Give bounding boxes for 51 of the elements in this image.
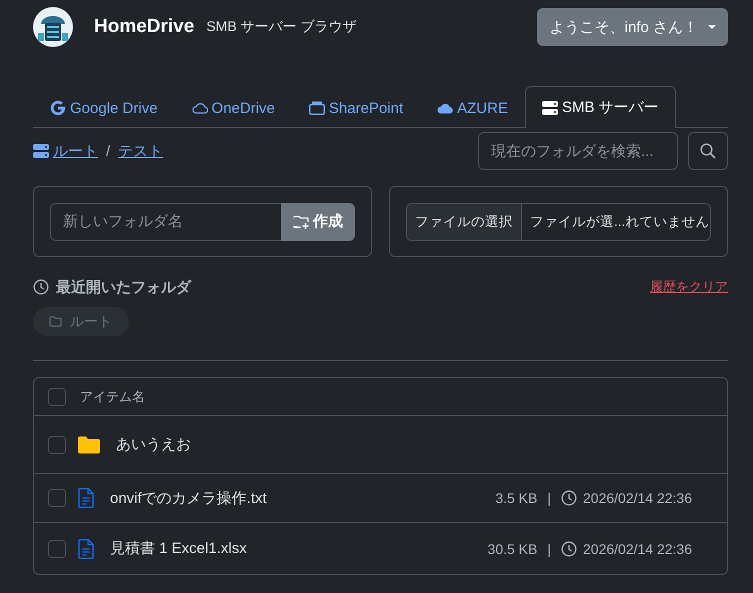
- modified-date: 2026/02/14 22:36: [583, 490, 692, 506]
- file-size: 3.5 KB: [495, 490, 538, 506]
- breadcrumb-separator: /: [106, 142, 110, 160]
- logo-icon: [33, 7, 73, 47]
- user-menu-button[interactable]: ようこそ、info さん！: [536, 8, 728, 46]
- breadcrumb-link[interactable]: テスト: [118, 142, 164, 160]
- cloud-icon: [192, 102, 208, 114]
- meta-separator: |: [547, 490, 551, 506]
- modified-date: 2026/02/14 22:36: [583, 540, 692, 556]
- search-field[interactable]: 現在のフォルダを検索...: [478, 132, 678, 170]
- checkbox[interactable]: [48, 489, 66, 507]
- server-icon: [33, 144, 49, 158]
- folder-name-field[interactable]: 新しいフォルダ名: [50, 202, 281, 240]
- search-icon: [700, 143, 716, 159]
- create-button[interactable]: 作成: [281, 202, 355, 240]
- meta-separator: |: [547, 540, 551, 556]
- app-subtitle: SMB サーバー ブラウザ: [206, 18, 356, 36]
- cloud-icon: [437, 102, 454, 114]
- server-icon: [542, 100, 558, 114]
- folder-icon: [49, 316, 62, 327]
- item-name[interactable]: onvifでのカメラ操作.txt: [110, 488, 267, 508]
- clear-history-link[interactable]: 履歴をクリア: [650, 278, 728, 296]
- checkbox[interactable]: [48, 388, 66, 406]
- caret-icon: [708, 25, 716, 29]
- tab[interactable]: SMB サーバー: [524, 86, 676, 128]
- folder-icon: [78, 436, 100, 454]
- search-button[interactable]: [688, 132, 728, 170]
- checkbox[interactable]: [48, 436, 66, 454]
- document-icon: [78, 538, 94, 558]
- column-header: アイテム名: [80, 388, 145, 406]
- file-status: ファイルが選...れていません: [529, 212, 710, 230]
- item-name[interactable]: あいうえお: [116, 435, 191, 454]
- item-name[interactable]: 見積書 1 Excel1.xlsx: [110, 539, 247, 558]
- tab[interactable]: SharePoint: [292, 87, 420, 128]
- tab[interactable]: OneDrive: [174, 87, 292, 128]
- tab[interactable]: Google Drive: [33, 87, 175, 128]
- choose-file-button[interactable]: ファイルの選択: [407, 204, 522, 240]
- checkbox[interactable]: [48, 540, 66, 558]
- clock-icon: [33, 279, 49, 295]
- breadcrumb-link[interactable]: ルート: [53, 142, 98, 160]
- tab[interactable]: AZURE: [420, 87, 525, 128]
- document-icon: [78, 488, 94, 508]
- folder-plus-icon: [293, 214, 309, 230]
- clock-icon: [561, 540, 577, 556]
- file-size: 30.5 KB: [488, 540, 538, 556]
- section-title: 最近開いたフォルダ: [56, 278, 191, 296]
- app-title: HomeDrive: [94, 16, 194, 38]
- clock-icon: [561, 490, 577, 506]
- file-input[interactable]: ファイルの選択 ファイルが選...れていません: [406, 202, 711, 240]
- g-logo-icon: [50, 100, 66, 116]
- tray-icon: [308, 101, 325, 115]
